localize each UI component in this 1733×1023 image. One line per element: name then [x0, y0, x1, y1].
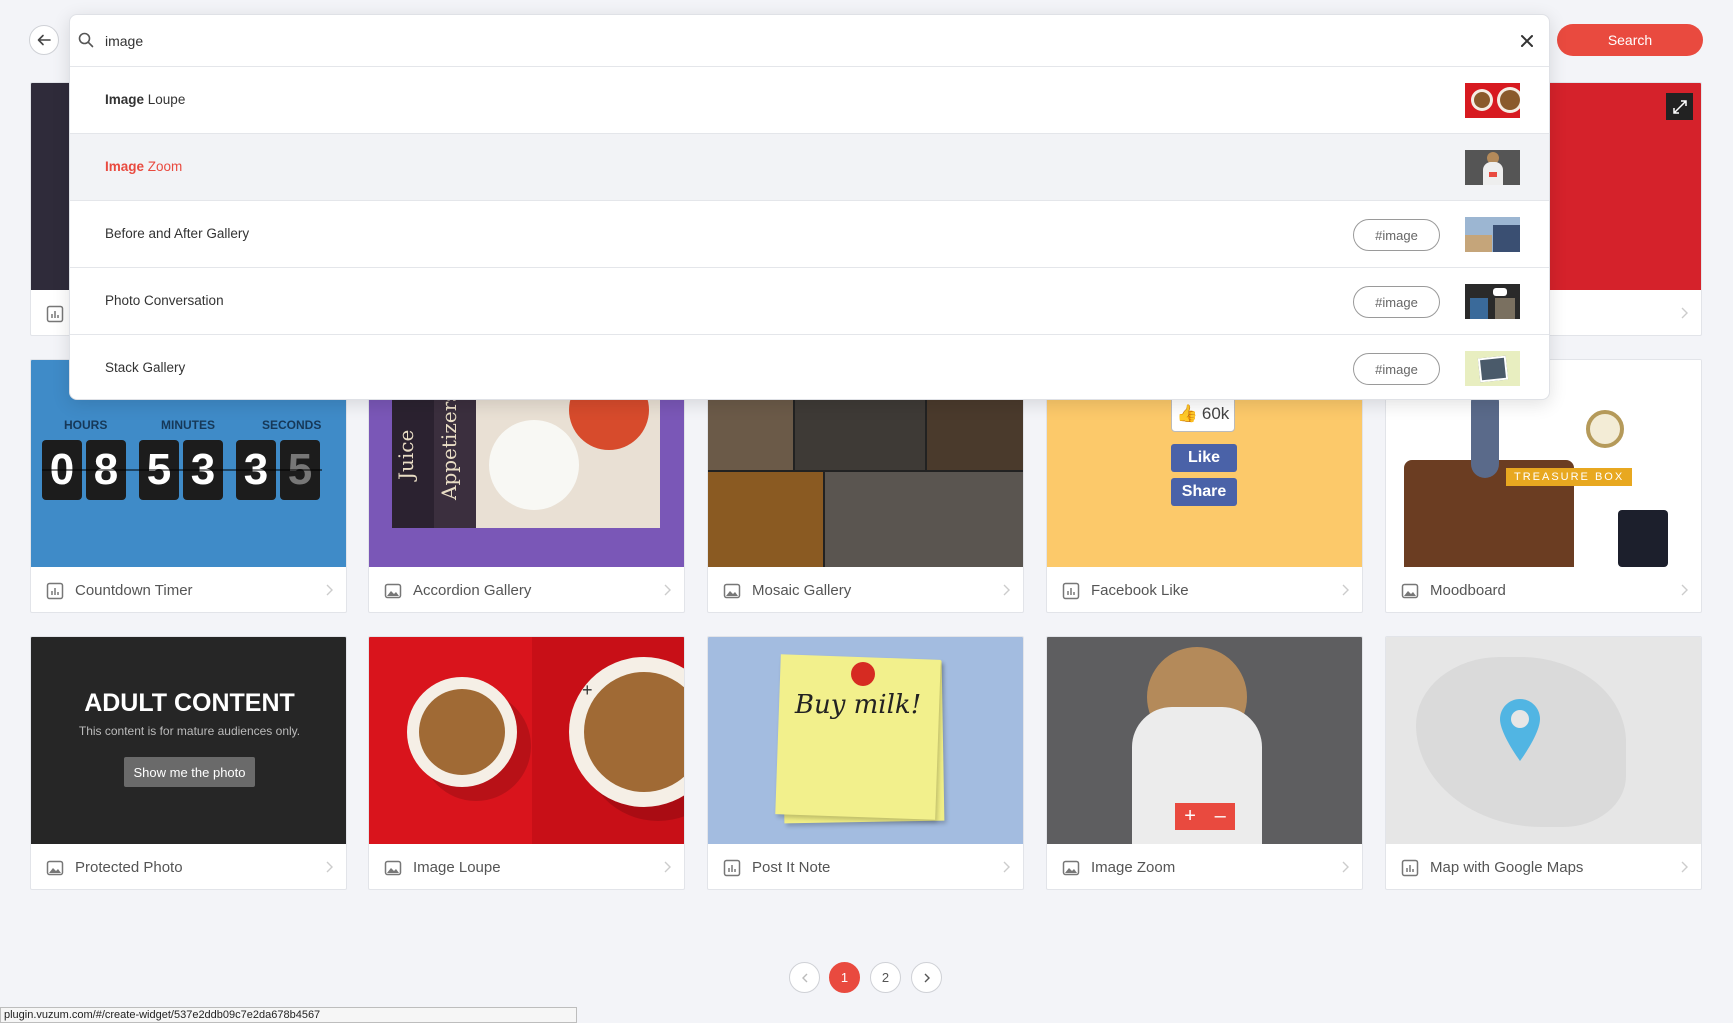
- zoom-out-icon: –: [1214, 805, 1226, 827]
- result-label: Photo Conversation: [105, 293, 224, 308]
- card-title: Image Zoom: [1091, 859, 1176, 876]
- search-dropdown: Image Loupe Image Zoom Before and After …: [69, 14, 1550, 400]
- show-photo-button: Show me the photo: [124, 757, 255, 787]
- widget-card-post-it-note[interactable]: Buy milk! Post It Note: [707, 636, 1024, 890]
- seconds-label: SECONDS: [262, 418, 322, 432]
- thumbs-up-icon: 👍: [1176, 404, 1198, 423]
- zoom-in-icon: +: [1184, 805, 1196, 827]
- chart-icon: [723, 859, 741, 876]
- pagination-page-2[interactable]: 2: [870, 962, 901, 993]
- search-button[interactable]: Search: [1557, 24, 1703, 56]
- widget-card-map-google-maps[interactable]: Map with Google Maps: [1385, 636, 1702, 890]
- fb-like-button: Like: [1171, 444, 1237, 472]
- like-count: 60k: [1201, 404, 1230, 423]
- chevron-right-icon: [1342, 584, 1349, 596]
- image-icon: [1062, 860, 1080, 875]
- card-title: Post It Note: [752, 859, 831, 876]
- search-result-image-loupe[interactable]: Image Loupe: [70, 67, 1549, 134]
- card-title: Map with Google Maps: [1430, 859, 1584, 876]
- chevron-right-icon: [1003, 584, 1010, 596]
- widget-card-image-zoom[interactable]: + – Image Zoom: [1046, 636, 1363, 890]
- minutes-label: MINUTES: [161, 418, 215, 432]
- adult-content-subtitle: This content is for mature audiences onl…: [78, 724, 301, 738]
- juice-text: Juice: [394, 429, 418, 480]
- chevron-right-icon: [1681, 584, 1688, 596]
- chevron-right-icon: [1681, 861, 1688, 873]
- image-icon: [723, 583, 741, 598]
- chart-icon: [1062, 582, 1080, 599]
- result-thumbnail: [1465, 284, 1520, 319]
- close-icon[interactable]: [1517, 31, 1537, 51]
- result-thumbnail: [1465, 83, 1520, 118]
- search-icon: [78, 32, 94, 48]
- search-result-image-zoom[interactable]: Image Zoom: [70, 134, 1549, 201]
- appetizers-text: Appetizers: [437, 391, 461, 500]
- card-title: Accordion Gallery: [413, 582, 532, 599]
- fb-share-button: Share: [1171, 478, 1237, 506]
- chart-icon: [46, 582, 64, 599]
- pin-icon: [851, 662, 875, 686]
- adult-content-title: ADULT CONTENT: [84, 689, 295, 717]
- image-icon: [384, 583, 402, 598]
- pagination-prev-button[interactable]: [789, 962, 820, 993]
- expand-icon[interactable]: [1666, 93, 1693, 120]
- hours-label: HOURS: [64, 418, 108, 432]
- chevron-right-icon: [1003, 861, 1010, 873]
- crosshair-icon: +: [582, 680, 593, 700]
- arrow-left-icon: [37, 34, 51, 46]
- result-thumbnail: [1465, 351, 1520, 386]
- card-title: Protected Photo: [75, 859, 183, 876]
- search-result-stack-gallery[interactable]: Stack Gallery #image: [70, 335, 1549, 399]
- chevron-left-icon: [801, 973, 807, 982]
- card-title: Facebook Like: [1091, 582, 1189, 599]
- tag-badge[interactable]: #image: [1353, 353, 1440, 385]
- result-label: Image Loupe: [105, 92, 186, 107]
- pagination-next-button[interactable]: [911, 962, 942, 993]
- card-title: Countdown Timer: [75, 582, 193, 599]
- pagination-page-1[interactable]: 1: [829, 962, 860, 993]
- status-bar-url: plugin.vuzum.com/#/create-widget/537e2dd…: [0, 1007, 577, 1023]
- image-icon: [46, 860, 64, 875]
- chart-icon: [1401, 859, 1419, 876]
- image-icon: [384, 860, 402, 875]
- card-title: Moodboard: [1430, 582, 1506, 599]
- back-button[interactable]: [29, 25, 59, 55]
- result-thumbnail: [1465, 150, 1520, 185]
- chevron-right-icon: [1681, 307, 1688, 319]
- widget-card-protected-photo[interactable]: ADULT CONTENT This content is for mature…: [30, 636, 347, 890]
- map-pin-icon: [1500, 699, 1540, 761]
- search-bar: [70, 15, 1549, 67]
- tag-badge[interactable]: #image: [1353, 286, 1440, 318]
- result-thumbnail: [1465, 217, 1520, 252]
- widget-card-image-loupe[interactable]: + Image Loupe: [368, 636, 685, 890]
- result-label: Before and After Gallery: [105, 226, 250, 241]
- card-title: Image Loupe: [413, 859, 501, 876]
- result-label: Image Zoom: [105, 159, 183, 174]
- search-result-before-after-gallery[interactable]: Before and After Gallery #image: [70, 201, 1549, 268]
- card-title: Mosaic Gallery: [752, 582, 852, 599]
- chevron-right-icon: [924, 973, 930, 982]
- chevron-right-icon: [326, 861, 333, 873]
- chevron-right-icon: [664, 584, 671, 596]
- search-input[interactable]: [105, 27, 1485, 55]
- chart-icon: [46, 305, 64, 322]
- chevron-right-icon: [664, 861, 671, 873]
- result-label: Stack Gallery: [105, 360, 186, 375]
- chevron-right-icon: [1342, 861, 1349, 873]
- treasure-box-label: TREASURE BOX: [1506, 468, 1633, 486]
- post-it-text: Buy milk!: [794, 690, 922, 720]
- chevron-right-icon: [326, 584, 333, 596]
- image-icon: [1401, 583, 1419, 598]
- search-result-photo-conversation[interactable]: Photo Conversation #image: [70, 268, 1549, 335]
- tag-badge[interactable]: #image: [1353, 219, 1440, 251]
